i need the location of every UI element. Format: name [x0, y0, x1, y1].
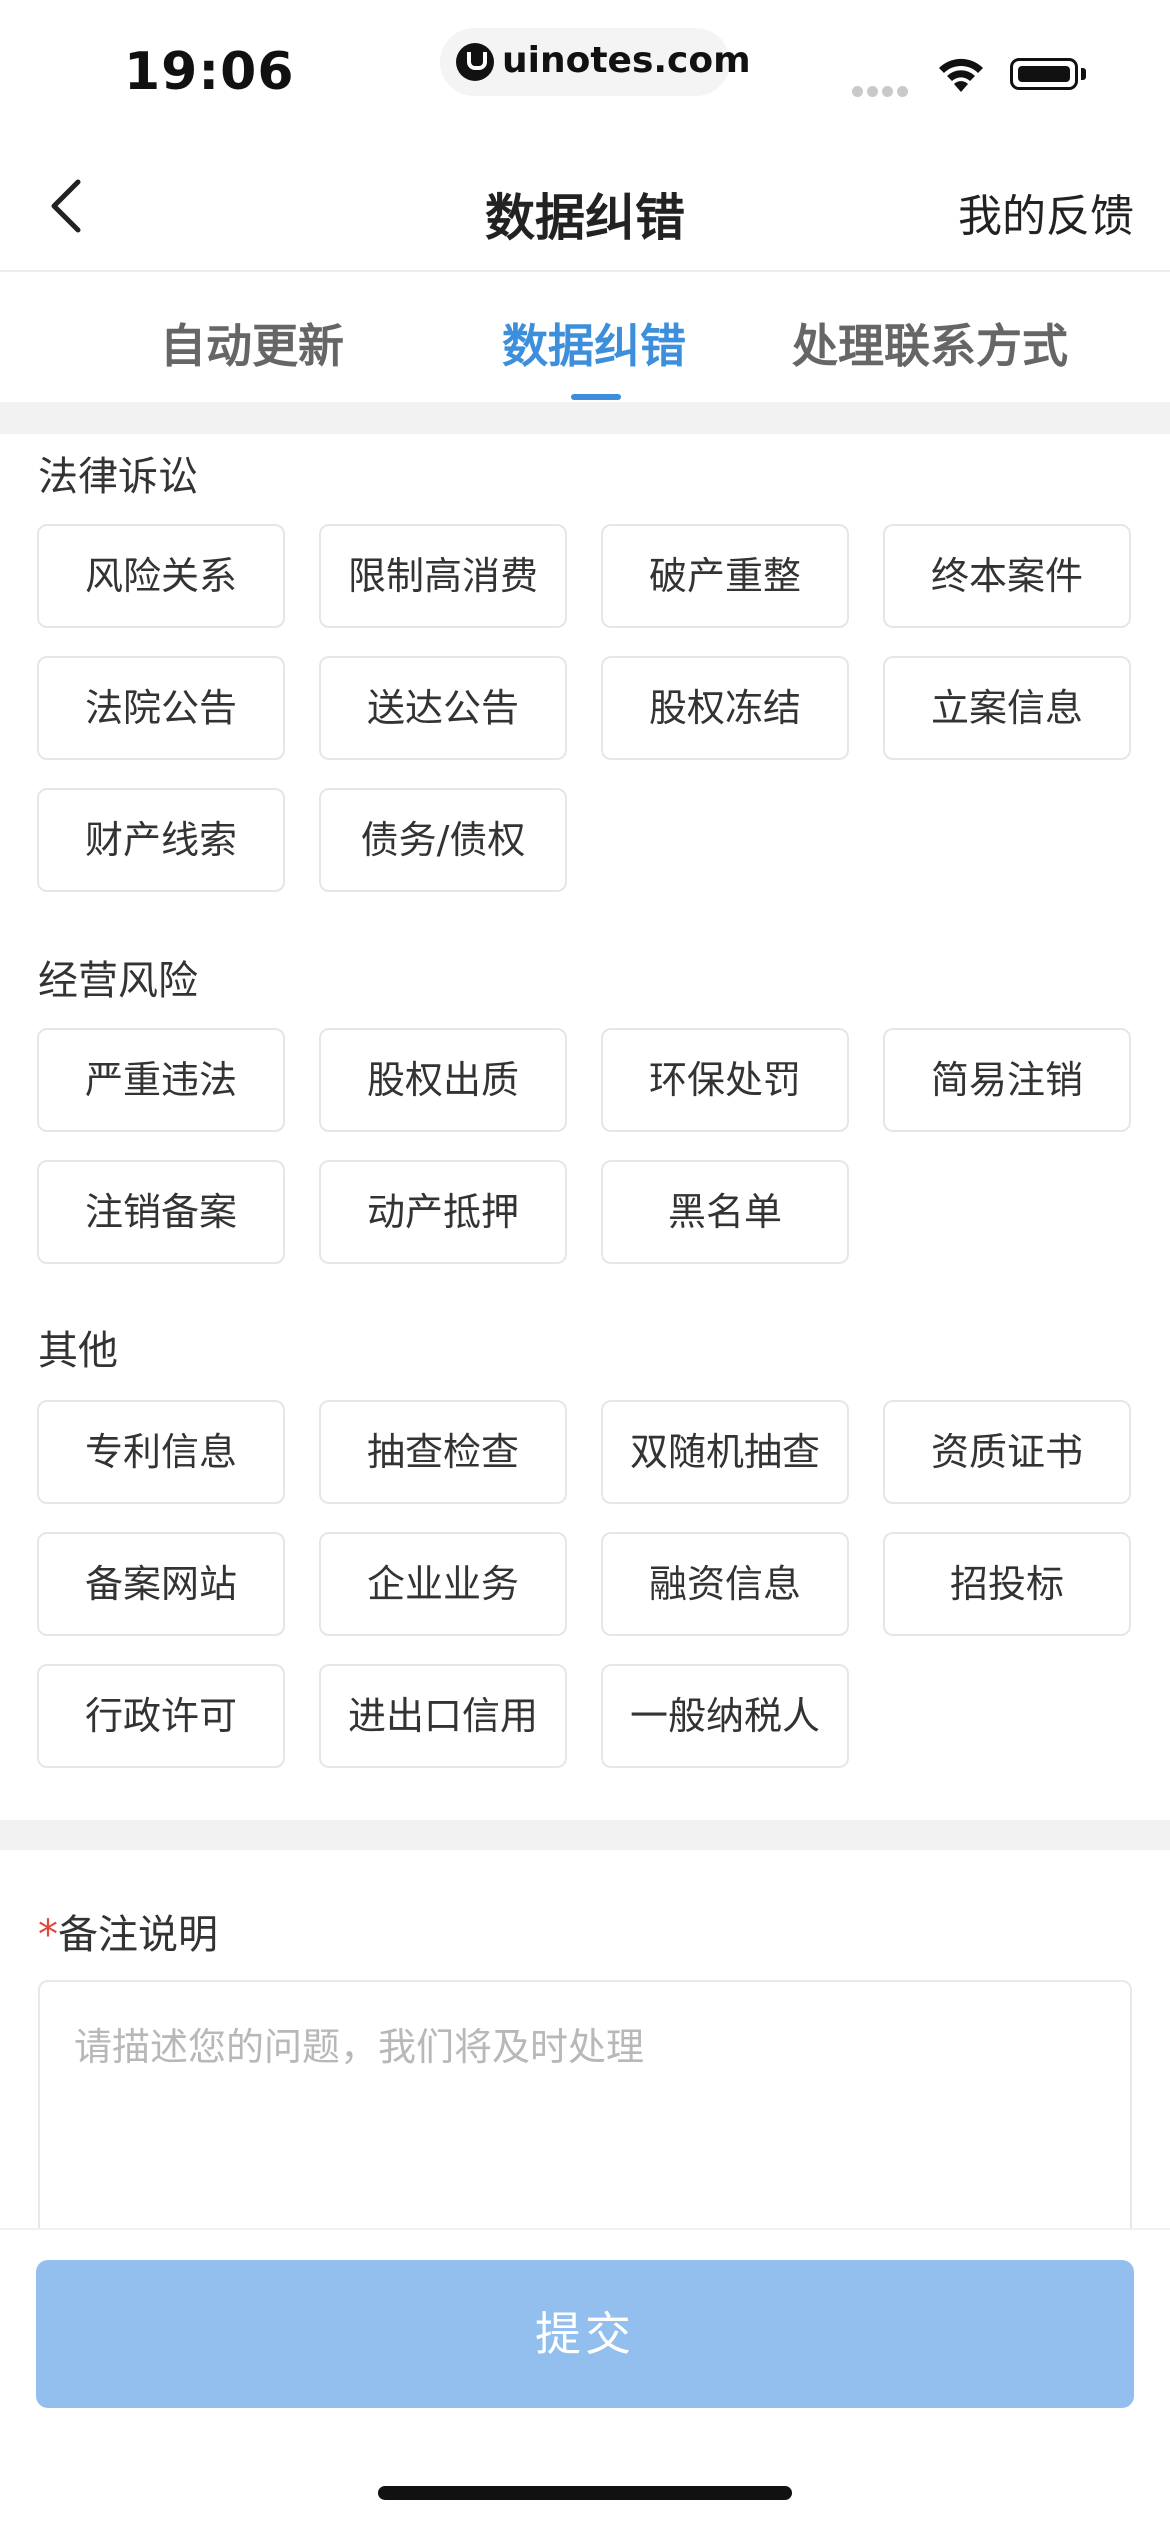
- battery-icon: [1010, 58, 1090, 94]
- section-title-legal: 法律诉讼: [38, 454, 198, 500]
- home-indicator: [378, 2486, 792, 2500]
- option-chip[interactable]: 融资信息: [601, 1532, 849, 1636]
- option-chip[interactable]: 限制高消费: [319, 524, 567, 628]
- option-chip[interactable]: 资质证书: [883, 1400, 1131, 1504]
- remark-label-text: 备注说明: [58, 1912, 218, 1958]
- option-chip[interactable]: 股权冻结: [601, 656, 849, 760]
- option-chip[interactable]: 送达公告: [319, 656, 567, 760]
- site-logo-icon: [456, 43, 494, 81]
- tab-contact-method[interactable]: 处理联系方式: [792, 310, 1068, 376]
- nav-bar: 数据纠错 我的反馈: [0, 140, 1170, 272]
- required-mark: *: [38, 1912, 58, 1958]
- status-time: 19:06: [124, 42, 295, 102]
- option-chip[interactable]: 一般纳税人: [601, 1664, 849, 1768]
- option-chip[interactable]: 股权出质: [319, 1028, 567, 1132]
- option-chip[interactable]: 招投标: [883, 1532, 1131, 1636]
- option-chip[interactable]: 法院公告: [37, 656, 285, 760]
- page: 19:06 uinotes.com 数据纠错 我的反馈 自动更新 数据纠错 处理…: [0, 0, 1170, 2532]
- section-title-business-risk: 经营风险: [38, 958, 198, 1004]
- status-bar: 19:06 uinotes.com: [0, 0, 1170, 140]
- option-chip[interactable]: 备案网站: [37, 1532, 285, 1636]
- option-chip[interactable]: 专利信息: [37, 1400, 285, 1504]
- option-chip[interactable]: 破产重整: [601, 524, 849, 628]
- my-feedback-link[interactable]: 我的反馈: [958, 180, 1134, 244]
- option-chip[interactable]: 注销备案: [37, 1160, 285, 1264]
- option-chip[interactable]: 债务/债权: [319, 788, 567, 892]
- submit-button[interactable]: 提交: [36, 2260, 1134, 2408]
- option-chip[interactable]: 风险关系: [37, 524, 285, 628]
- option-chip[interactable]: 双随机抽查: [601, 1400, 849, 1504]
- option-chip[interactable]: 简易注销: [883, 1028, 1131, 1132]
- option-chip[interactable]: 环保处罚: [601, 1028, 849, 1132]
- tab-auto-update[interactable]: 自动更新: [160, 310, 344, 376]
- remark-label: *备注说明: [38, 1902, 218, 1960]
- footer: 提交: [0, 2228, 1170, 2532]
- remark-placeholder: 请描述您的问题，我们将及时处理: [74, 2025, 645, 2069]
- url-pill[interactable]: uinotes.com: [440, 28, 751, 96]
- tab-bar: 自动更新 数据纠错 处理联系方式: [0, 272, 1170, 402]
- option-chip[interactable]: 严重违法: [37, 1028, 285, 1132]
- remark-textarea[interactable]: 请描述您的问题，我们将及时处理: [38, 1980, 1132, 2240]
- option-chip[interactable]: 终本案件: [883, 524, 1131, 628]
- option-chip[interactable]: 行政许可: [37, 1664, 285, 1768]
- option-chip[interactable]: 立案信息: [883, 656, 1131, 760]
- option-chip[interactable]: 黑名单: [601, 1160, 849, 1264]
- option-chip[interactable]: 财产线索: [37, 788, 285, 892]
- url-text: uinotes.com: [502, 40, 751, 81]
- divider: [0, 402, 1170, 434]
- cellular-signal-icon: [852, 82, 912, 101]
- option-chip[interactable]: 抽查检查: [319, 1400, 567, 1504]
- divider: [0, 1820, 1170, 1850]
- section-title-other: 其他: [38, 1328, 118, 1374]
- tab-data-correction[interactable]: 数据纠错: [502, 310, 686, 376]
- wifi-icon: [939, 58, 983, 92]
- option-chip[interactable]: 企业业务: [319, 1532, 567, 1636]
- option-chip[interactable]: 动产抵押: [319, 1160, 567, 1264]
- active-tab-indicator: [571, 394, 621, 400]
- option-chip[interactable]: 进出口信用: [319, 1664, 567, 1768]
